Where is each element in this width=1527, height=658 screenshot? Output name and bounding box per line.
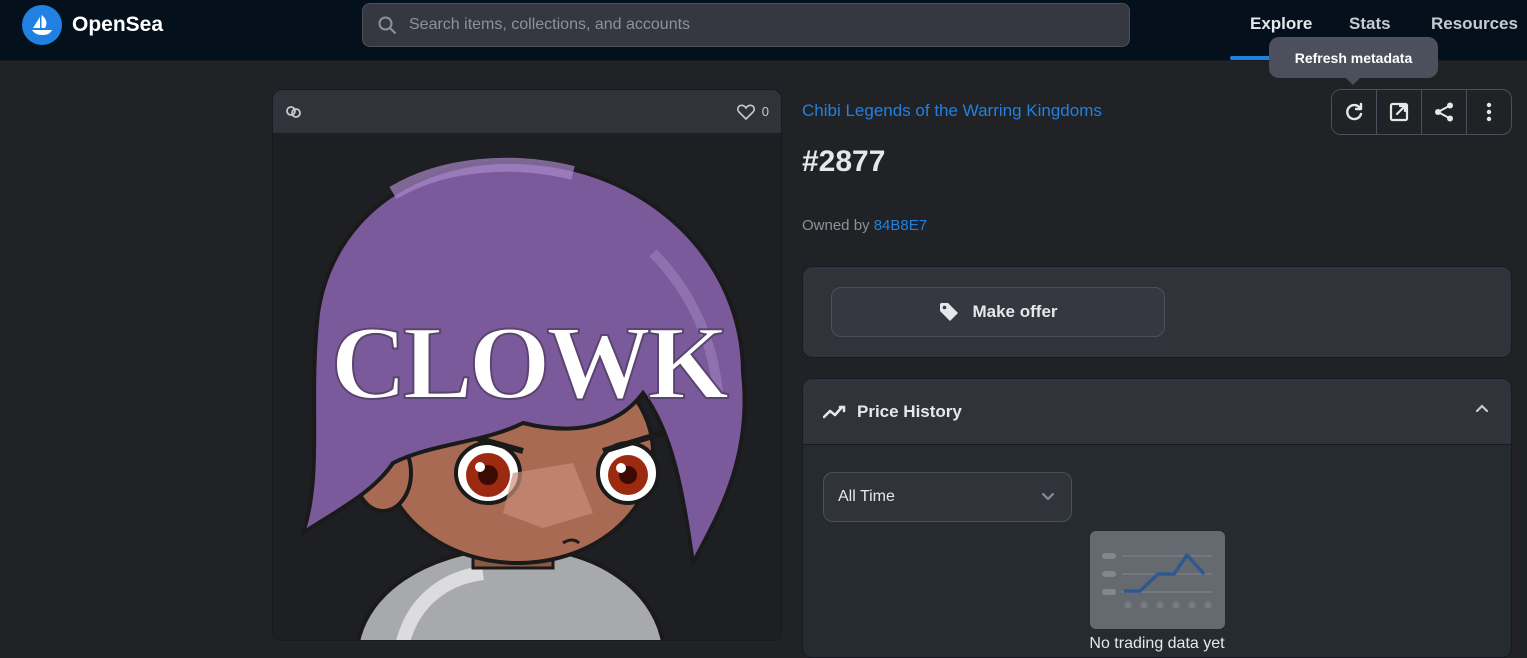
tooltip-text: Refresh metadata <box>1294 49 1413 66</box>
make-offer-button[interactable]: Make offer <box>831 287 1165 337</box>
search-bar[interactable] <box>362 3 1130 47</box>
logo-text: OpenSea <box>72 13 164 36</box>
item-image-card: 0 CLOWK <box>272 89 782 641</box>
favorite-button[interactable]: 0 <box>736 104 769 120</box>
refresh-metadata-button[interactable] <box>1332 90 1377 134</box>
nft-artwork[interactable]: CLOWK <box>273 133 781 640</box>
nft-artwork-image: CLOWK <box>299 157 747 640</box>
tag-icon <box>940 303 959 321</box>
opensea-logo[interactable]: OpenSea <box>22 5 163 45</box>
time-range-value: All Time <box>838 488 895 505</box>
trend-line-icon <box>823 405 846 418</box>
nav-resources[interactable]: Resources <box>1431 14 1518 34</box>
heart-icon <box>736 104 755 120</box>
view-original-button[interactable] <box>1377 90 1422 134</box>
chevron-down-icon <box>1042 493 1054 501</box>
share-button[interactable] <box>1422 90 1467 134</box>
make-offer-label: Make offer <box>972 302 1058 321</box>
owned-by: Owned by 84B8E7 <box>802 217 927 234</box>
item-title: #2877 <box>802 145 886 178</box>
search-input[interactable] <box>409 5 1129 45</box>
opensea-logo-icon <box>22 5 62 45</box>
external-link-icon <box>1389 102 1409 122</box>
owner-link[interactable]: 84B8E7 <box>874 217 927 234</box>
search-icon <box>378 16 396 34</box>
favorites-count: 0 <box>761 104 769 119</box>
time-range-select[interactable]: All Time <box>823 472 1072 522</box>
collection-link[interactable]: Chibi Legends of the Warring Kingdoms <box>802 101 1102 121</box>
more-options-button[interactable] <box>1467 90 1511 134</box>
price-history-panel: Price History All Time No trading data y… <box>802 378 1512 658</box>
empty-chart-illustration <box>1090 531 1225 629</box>
chain-link-icon[interactable] <box>285 105 303 119</box>
refresh-icon <box>1346 102 1363 121</box>
price-history-title: Price History <box>857 401 962 421</box>
nav-stats[interactable]: Stats <box>1349 14 1391 34</box>
chevron-up-icon[interactable] <box>1475 403 1489 413</box>
refresh-metadata-tooltip: Refresh metadata <box>1269 37 1438 85</box>
empty-chart-icon <box>1102 553 1212 609</box>
artwork-logo-text: CLOWK <box>331 304 729 421</box>
offer-panel: Make offer <box>802 266 1512 358</box>
price-history-header[interactable]: Price History <box>803 379 1511 445</box>
item-action-group <box>1331 89 1512 135</box>
more-vertical-icon <box>1486 102 1492 122</box>
share-icon <box>1435 102 1453 122</box>
empty-state-text: No trading data yet <box>1089 635 1225 652</box>
nav-explore[interactable]: Explore <box>1250 14 1312 34</box>
card-header: 0 <box>273 90 781 133</box>
owned-by-label: Owned by <box>802 217 870 234</box>
